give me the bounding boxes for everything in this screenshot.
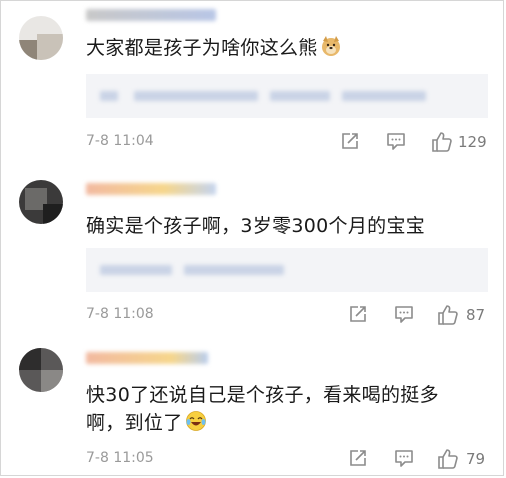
comment-text: 快30了还说自己是个孩子，看来喝的挺多 啊，到位了 (86, 381, 476, 437)
comment-text-line-2: 啊，到位了 (86, 409, 476, 437)
share-icon[interactable] (348, 448, 368, 468)
comment-item: 快30了还说自己是个孩子，看来喝的挺多 啊，到位了 7-8 11:05 79 (0, 0, 506, 478)
comment-time: 7-8 11:05 (86, 450, 154, 466)
avatar[interactable] (19, 348, 63, 392)
comment-text-line-2-content: 啊，到位了 (86, 412, 183, 434)
like-count: 79 (466, 450, 486, 468)
username-blurred[interactable] (86, 352, 208, 364)
comment-icon[interactable] (394, 448, 414, 468)
comment-text-line-1: 快30了还说自己是个孩子，看来喝的挺多 (86, 384, 439, 406)
laugh-cry-emoji (185, 411, 206, 431)
thumbs-up-icon[interactable] (437, 448, 459, 470)
comment-meta: 7-8 11:05 79 (86, 448, 486, 470)
